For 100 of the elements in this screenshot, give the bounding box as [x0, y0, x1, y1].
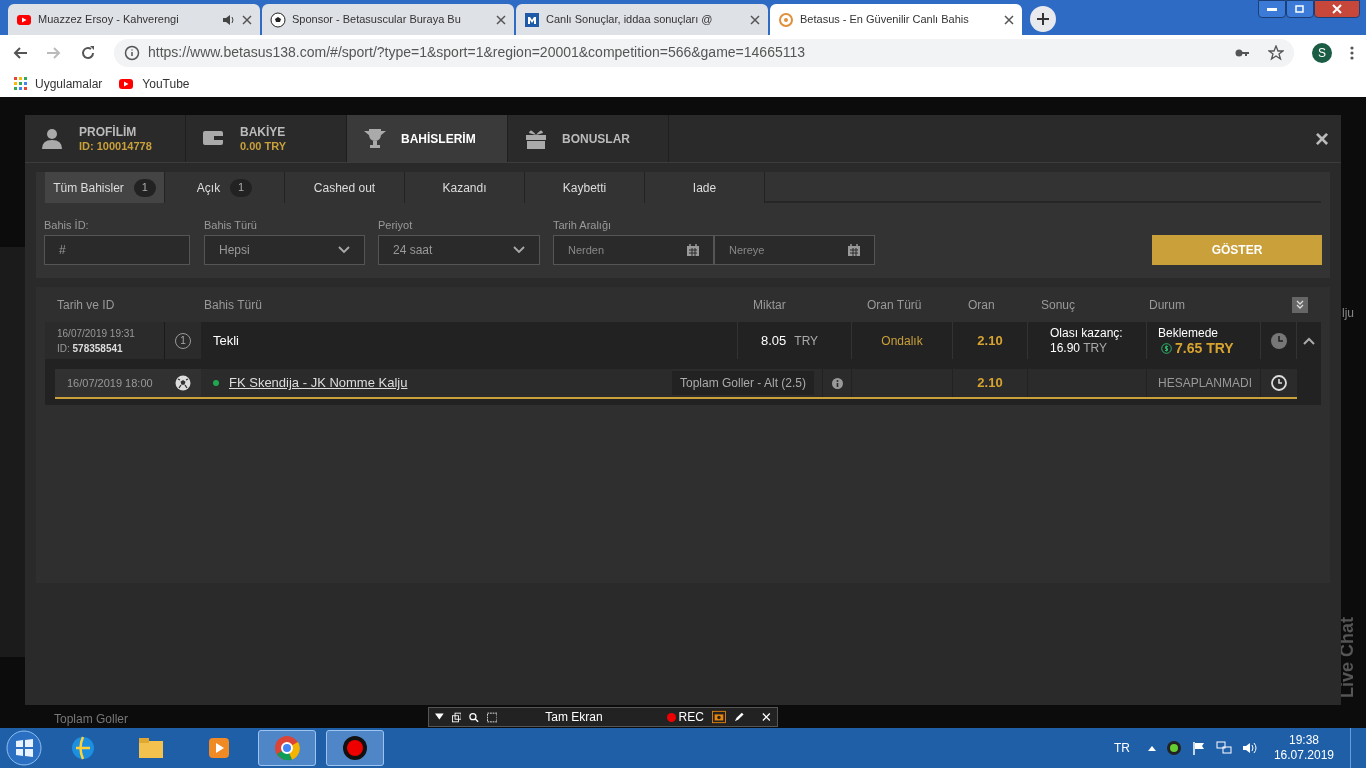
plus-icon — [1037, 13, 1049, 25]
language-indicator[interactable]: TR — [1113, 739, 1130, 757]
currency: TRY — [794, 332, 819, 350]
minimize-icon — [1267, 7, 1277, 11]
record-button[interactable]: REC — [666, 708, 704, 726]
calendar-icon[interactable] — [848, 244, 860, 256]
info-icon[interactable] — [124, 44, 140, 61]
apps-icon — [14, 77, 27, 90]
windows-icon[interactable] — [451, 711, 462, 723]
browser-tab[interactable]: Betasus - En Güvenilir Canlı Bahis — [770, 4, 1022, 35]
cashout-button[interactable]: 7.65 TRY — [1158, 340, 1260, 356]
column-header: Miktar — [752, 296, 787, 314]
input-field[interactable]: # — [44, 235, 190, 265]
chevron-down-icon — [513, 246, 525, 254]
field-label: Periyot — [378, 218, 414, 230]
close-button[interactable]: × — [1315, 127, 1329, 151]
start-button[interactable] — [4, 730, 44, 766]
reload-icon[interactable] — [80, 44, 96, 61]
expand-all-button[interactable] — [1291, 296, 1308, 313]
filter-tab[interactable]: Kaybetti — [525, 172, 645, 203]
caret-icon[interactable] — [1147, 745, 1156, 751]
odds: 2.10 — [977, 374, 1003, 393]
potential-win: 16.90 TRY — [1050, 340, 1108, 356]
pen-icon[interactable] — [733, 711, 745, 723]
column-header: Tarih ve ID — [56, 296, 116, 314]
bet-row[interactable]: 16/07/2019 19:31 ID: 578358541 1 Tekli 8.05 TRY Ondalık 2.10 Olası kazanç: 16.90 TRY Beklemede 7.65 TRY — [45, 322, 1321, 359]
dropdown[interactable]: 24 saat — [378, 235, 540, 265]
address-bar[interactable]: https://www.betasus138.com/#/sport/?type=1&sport=1&region=20001&competition=566&game=14665113 — [114, 38, 1294, 67]
profile-avatar[interactable]: S — [1312, 42, 1332, 63]
clock-icon[interactable] — [1271, 375, 1287, 391]
odds-type: Ondalık — [881, 332, 923, 350]
bet-id: ID: 578358541 — [57, 341, 124, 356]
close-icon[interactable] — [1004, 14, 1014, 25]
column-header: Oran Türü — [866, 296, 923, 314]
bet-status: Beklemede — [1158, 325, 1220, 341]
odds: 2.10 — [977, 331, 1003, 350]
site-icon — [524, 11, 540, 28]
soccer-ball-icon — [270, 11, 286, 28]
filter-tab[interactable]: Tüm Bahisler 1 — [45, 172, 165, 203]
column-header: Bahis Türü — [203, 296, 263, 314]
soccer-ball-icon — [175, 375, 191, 391]
search-icon[interactable] — [469, 711, 479, 723]
filter-tab[interactable]: Açık 1 — [165, 172, 285, 203]
browser-tab[interactable]: Canlı Sonuçlar, iddaa sonuçları @ — [516, 4, 768, 35]
filter-tab[interactable]: Kazandı — [405, 172, 525, 203]
market-label: Toplam Goller — [54, 711, 129, 728]
region-icon[interactable] — [486, 711, 498, 723]
dropdown[interactable]: Hepsi — [204, 235, 365, 265]
bet-date: 16/07/2019 19:31 — [57, 326, 136, 341]
caret-icon[interactable] — [435, 713, 444, 721]
new-tab-button[interactable] — [1030, 6, 1056, 32]
clock[interactable]: 19:38 16.07.2019 — [1267, 733, 1340, 763]
volume-icon[interactable] — [1241, 741, 1258, 755]
column-header: Durum — [1148, 296, 1186, 314]
chevron-down-icon — [338, 246, 350, 254]
network-icon[interactable] — [1215, 741, 1232, 755]
bookmark[interactable]: YouTube — [118, 74, 190, 93]
field-label: Bahis Türü — [204, 218, 258, 230]
result-label: Olası kazanç: — [1050, 325, 1124, 341]
menu-icon[interactable] — [1350, 44, 1354, 61]
speaker-icon[interactable] — [222, 13, 236, 26]
record-icon[interactable] — [326, 730, 384, 766]
flag-icon[interactable] — [1191, 741, 1206, 755]
column-header: Oran — [967, 296, 996, 314]
menu-tab[interactable]: BAHİSLERİM — [347, 115, 508, 162]
selection-row[interactable]: 16/07/2019 18:00 FK Skendija - JK Nomme Kalju Toplam Goller - Alt (2.5) 2.10 HESAPLANMADI — [55, 369, 1297, 399]
user-icon — [41, 126, 65, 151]
count-badge: 1 — [230, 178, 253, 197]
recorder-tray-icon[interactable] — [1165, 740, 1182, 756]
browser-tab[interactable]: Muazzez Ersoy - Kahverengi — [8, 4, 260, 35]
close-window-button[interactable] — [1314, 0, 1360, 18]
selection-status: HESAPLANMADI — [1158, 375, 1253, 392]
filter-tab[interactable]: Iade — [645, 172, 765, 203]
filter-tab[interactable]: Cashed out — [285, 172, 405, 203]
restore-button[interactable] — [1286, 0, 1314, 18]
bet-type: Tekli — [213, 331, 239, 350]
chrome-icon[interactable] — [258, 730, 316, 766]
camera-icon[interactable] — [711, 710, 726, 724]
info-icon[interactable] — [831, 377, 843, 389]
market-badge: Toplam Goller - Alt (2.5) — [671, 371, 814, 395]
team-name: lju — [1342, 305, 1354, 322]
close-icon — [1330, 2, 1344, 16]
restore-icon — [1293, 2, 1307, 16]
browser-tab[interactable]: Sponsor - Betasuscular Buraya Bu — [262, 4, 514, 35]
column-header: Sonuç — [1040, 296, 1077, 314]
date-field[interactable]: Nerden — [553, 235, 714, 265]
count-badge: 1 — [133, 178, 156, 197]
date-field[interactable]: Nereye — [714, 235, 875, 265]
event-link[interactable]: FK Skendija - JK Nomme Kalju — [229, 373, 408, 393]
site-icon — [778, 11, 794, 28]
star-icon[interactable] — [1268, 44, 1284, 61]
field-label: Tarih Aralığı — [553, 218, 613, 230]
recorder-mode[interactable]: Tam Ekran — [545, 708, 603, 726]
chevron-up-icon[interactable] — [1302, 336, 1315, 345]
calendar-icon[interactable] — [687, 244, 699, 256]
bookmark[interactable]: Uygulamalar — [14, 74, 103, 93]
trophy-icon — [363, 126, 387, 151]
double-chevron-icon — [1294, 299, 1305, 310]
back-icon[interactable] — [12, 44, 28, 61]
minimize-button[interactable] — [1258, 0, 1286, 18]
